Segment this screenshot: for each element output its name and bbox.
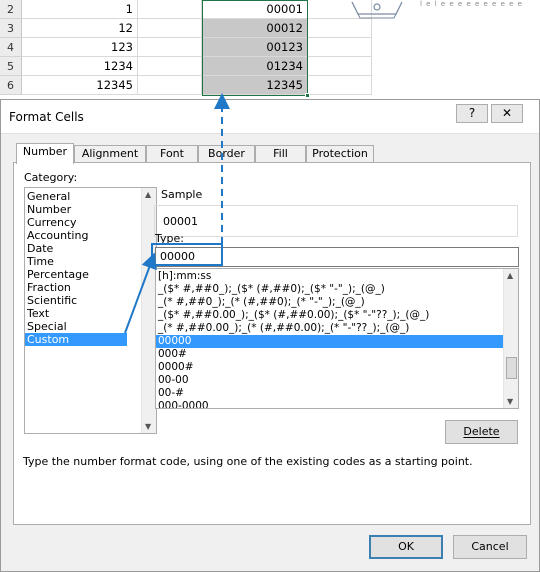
tab-protection[interactable]: Protection	[306, 145, 374, 163]
sample-label: Sample	[161, 188, 203, 201]
cell-a[interactable]: 1	[22, 0, 138, 19]
cell-empty[interactable]	[138, 38, 202, 57]
scroll-down-icon[interactable]: ▼	[145, 422, 151, 431]
cell-b[interactable]: 01234	[202, 57, 308, 76]
category-item[interactable]: Special	[25, 320, 127, 333]
cell-a[interactable]: 12	[22, 19, 138, 38]
cell-empty[interactable]	[138, 0, 202, 19]
format-item[interactable]: _($* #,##0.00_);_($* (#,##0.00);_($* "-"…	[156, 309, 503, 322]
stray-text: l e l e e e e e e e e e e	[420, 0, 523, 8]
category-item[interactable]: Accounting	[25, 229, 127, 242]
format-cells-dialog: Format Cells ? ✕ Number Alignment Font B…	[0, 99, 540, 572]
cell-b[interactable]: 00012	[202, 19, 308, 38]
format-item[interactable]: _(* #,##0_);_(* (#,##0);_(* "-"_);_(@_)	[156, 296, 503, 309]
category-item[interactable]: Scientific	[25, 294, 127, 307]
cell-empty[interactable]	[308, 38, 372, 57]
sample-box: 00001	[154, 205, 518, 237]
cell-b[interactable]: 00123	[202, 38, 308, 57]
tab-number[interactable]: Number	[16, 143, 74, 164]
format-item[interactable]: 000-0000	[156, 400, 503, 408]
tab-fill[interactable]: Fill	[255, 145, 306, 163]
format-item[interactable]: [h]:mm:ss	[156, 270, 503, 283]
cell-b[interactable]: 12345	[202, 76, 308, 95]
scroll-down-icon[interactable]: ▼	[507, 397, 513, 406]
format-item[interactable]: 00-#	[156, 387, 503, 400]
category-item[interactable]: Time	[25, 255, 127, 268]
format-item[interactable]: 0000#	[156, 361, 503, 374]
format-scrollbar[interactable]: ▲ ▼	[503, 269, 518, 408]
cell-empty[interactable]	[138, 57, 202, 76]
scroll-up-icon[interactable]: ▲	[507, 271, 513, 280]
number-tab-panel: Category: General Number Currency Accountin…	[13, 162, 531, 525]
format-list[interactable]: [h]:mm:ss _($* #,##0_);_($* (#,##0);_($* …	[155, 268, 519, 409]
category-item[interactable]: Custom	[25, 333, 127, 346]
close-button[interactable]: ✕	[491, 104, 523, 123]
delete-button-label: Delete	[463, 425, 500, 438]
scroll-thumb[interactable]	[506, 357, 517, 379]
format-item[interactable]: 00000	[156, 335, 503, 348]
type-input[interactable]: 00000	[155, 247, 519, 267]
category-item[interactable]: Text	[25, 307, 127, 320]
category-item[interactable]: General	[25, 190, 127, 203]
delete-button[interactable]: Delete	[445, 420, 518, 444]
category-item[interactable]: Currency	[25, 216, 127, 229]
category-item[interactable]: Number	[25, 203, 127, 216]
tab-border[interactable]: Border	[198, 145, 255, 163]
row-header[interactable]: 5	[0, 57, 22, 76]
cell-a[interactable]: 12345	[22, 76, 138, 95]
format-item[interactable]: 000#	[156, 348, 503, 361]
clipart-icon	[351, 1, 403, 19]
category-list[interactable]: General Number Currency Accounting Date Time P…	[24, 187, 157, 434]
help-button[interactable]: ?	[456, 104, 488, 123]
spreadsheet: 2 1 00001 3 12 00012 4 123 00123 5 1234 01234 6 12345…	[0, 0, 540, 98]
cancel-button[interactable]: Cancel	[453, 535, 527, 559]
sample-value: 00001	[163, 215, 198, 228]
row-header[interactable]: 2	[0, 0, 22, 19]
category-item[interactable]: Fraction	[25, 281, 127, 294]
scroll-up-icon[interactable]: ▲	[145, 190, 151, 199]
format-item[interactable]: _(* #,##0.00_);_(* (#,##0.00);_(* "-"??_…	[156, 322, 503, 335]
category-item[interactable]: Date	[25, 242, 127, 255]
cell-a[interactable]: 1234	[22, 57, 138, 76]
format-item[interactable]: _($* #,##0_);_($* (#,##0);_($* "-"_);_(@…	[156, 283, 503, 296]
category-item[interactable]: Percentage	[25, 268, 127, 281]
type-label: Type:	[155, 232, 184, 245]
cell-empty[interactable]	[138, 19, 202, 38]
format-description: Type the number format code, using one o…	[23, 455, 473, 468]
dialog-title: Format Cells	[9, 110, 84, 124]
cell-b[interactable]: 00001	[202, 0, 308, 19]
format-item[interactable]: 00-00	[156, 374, 503, 387]
cell-empty[interactable]	[138, 76, 202, 95]
cell-empty[interactable]	[308, 76, 372, 95]
row-header[interactable]: 4	[0, 38, 22, 57]
cell-empty[interactable]	[308, 57, 372, 76]
category-label: Category:	[24, 171, 78, 184]
cell-a[interactable]: 123	[22, 38, 138, 57]
fill-handle[interactable]	[305, 93, 310, 98]
ok-button[interactable]: OK	[369, 535, 443, 559]
dialog-titlebar: Format Cells ? ✕	[1, 100, 539, 134]
tab-font[interactable]: Font	[146, 145, 198, 163]
row-header[interactable]: 3	[0, 19, 22, 38]
row-header[interactable]: 6	[0, 76, 22, 95]
tab-alignment[interactable]: Alignment	[74, 145, 146, 163]
